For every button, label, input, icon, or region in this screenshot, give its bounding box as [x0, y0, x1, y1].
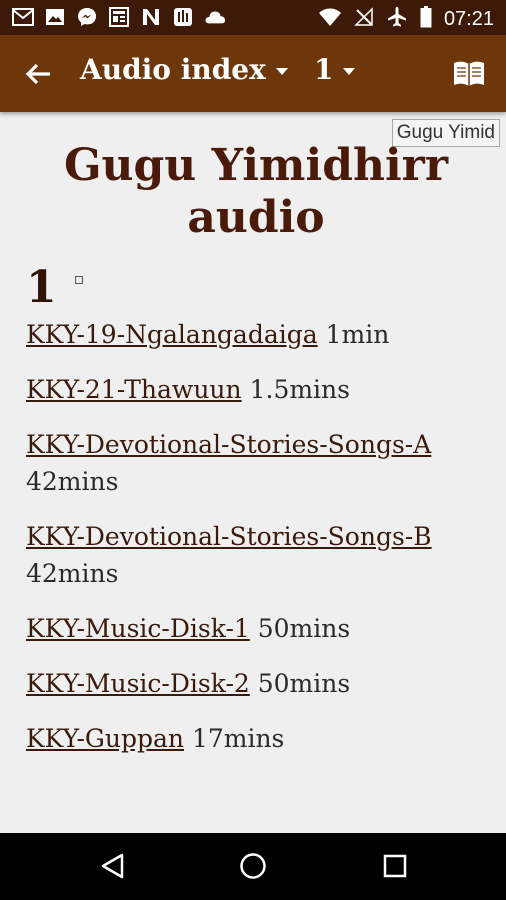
chevron-down-icon [275, 68, 288, 75]
audio-link[interactable]: KKY-Music-Disk-2 [26, 669, 250, 698]
list-item: KKY-Guppan 17mins [26, 720, 486, 757]
footnote-marker-icon[interactable] [74, 276, 83, 284]
book-selector[interactable]: Audio index [80, 53, 288, 86]
section-heading: 1 [26, 262, 486, 314]
app-icon [172, 7, 194, 27]
no-sim-icon [354, 7, 374, 32]
section-number: 1 [26, 262, 57, 313]
audio-link[interactable]: KKY-Guppan [26, 724, 184, 753]
audio-link[interactable]: KKY-19-Ngalangadaiga [26, 320, 318, 349]
audio-duration: 17mins [191, 724, 285, 753]
list-item: KKY-21-Thawuun 1.5mins [26, 371, 486, 408]
audio-duration: 50mins [257, 614, 351, 643]
page-content: Gugu Yimidhirr audio 1 KKY-19-Ngalangada… [26, 140, 486, 775]
list-item: KKY-19-Ngalangadaiga 1min [26, 316, 486, 353]
notification-icons [12, 7, 226, 27]
system-icons: 07:21 [318, 6, 494, 33]
n-icon [140, 7, 162, 27]
page-title: Gugu Yimidhirr audio [63, 140, 449, 243]
open-book-icon[interactable] [452, 59, 486, 89]
audio-duration: 1.5mins [249, 375, 350, 404]
home-circle-icon[interactable] [238, 851, 268, 881]
list-item: KKY-Devotional-Stories-Songs-B 42mins [26, 518, 486, 592]
app-bar: Audio index 1 [0, 35, 506, 112]
audio-duration: 42mins [26, 559, 119, 588]
audio-link[interactable]: KKY-Music-Disk-1 [26, 614, 250, 643]
news-icon [108, 7, 130, 27]
chevron-down-icon [343, 68, 356, 75]
airplane-icon [386, 6, 408, 33]
battery-icon [420, 6, 432, 33]
audio-link[interactable]: KKY-Devotional-Stories-Songs-A [26, 430, 431, 459]
audio-duration: 42mins [26, 467, 119, 496]
wifi-icon [318, 7, 342, 32]
audio-list: KKY-19-Ngalangadaiga 1min KKY-21-Thawuun… [26, 316, 486, 757]
status-bar: 07:21 [0, 0, 506, 35]
list-item: KKY-Music-Disk-1 50mins [26, 610, 486, 647]
audio-link[interactable]: KKY-Devotional-Stories-Songs-B [26, 522, 432, 551]
gmail-icon [12, 7, 34, 27]
status-time: 07:21 [443, 8, 494, 30]
arrow-back-icon[interactable] [22, 57, 56, 91]
cloud-icon [204, 7, 226, 27]
back-triangle-icon[interactable] [98, 851, 128, 881]
audio-duration: 50mins [257, 669, 351, 698]
app-bar-title: Audio index [80, 53, 266, 86]
chapter-number: 1 [314, 53, 334, 86]
audio-duration: 1min [325, 320, 390, 349]
chapter-selector[interactable]: 1 [314, 53, 356, 86]
messenger-icon [76, 7, 98, 27]
list-item: KKY-Music-Disk-2 50mins [26, 665, 486, 702]
list-item: KKY-Devotional-Stories-Songs-A 42mins [26, 426, 486, 500]
image-icon [44, 7, 66, 27]
system-nav-bar [0, 833, 506, 900]
audio-link[interactable]: KKY-21-Thawuun [26, 375, 242, 404]
recents-square-icon[interactable] [380, 851, 410, 881]
